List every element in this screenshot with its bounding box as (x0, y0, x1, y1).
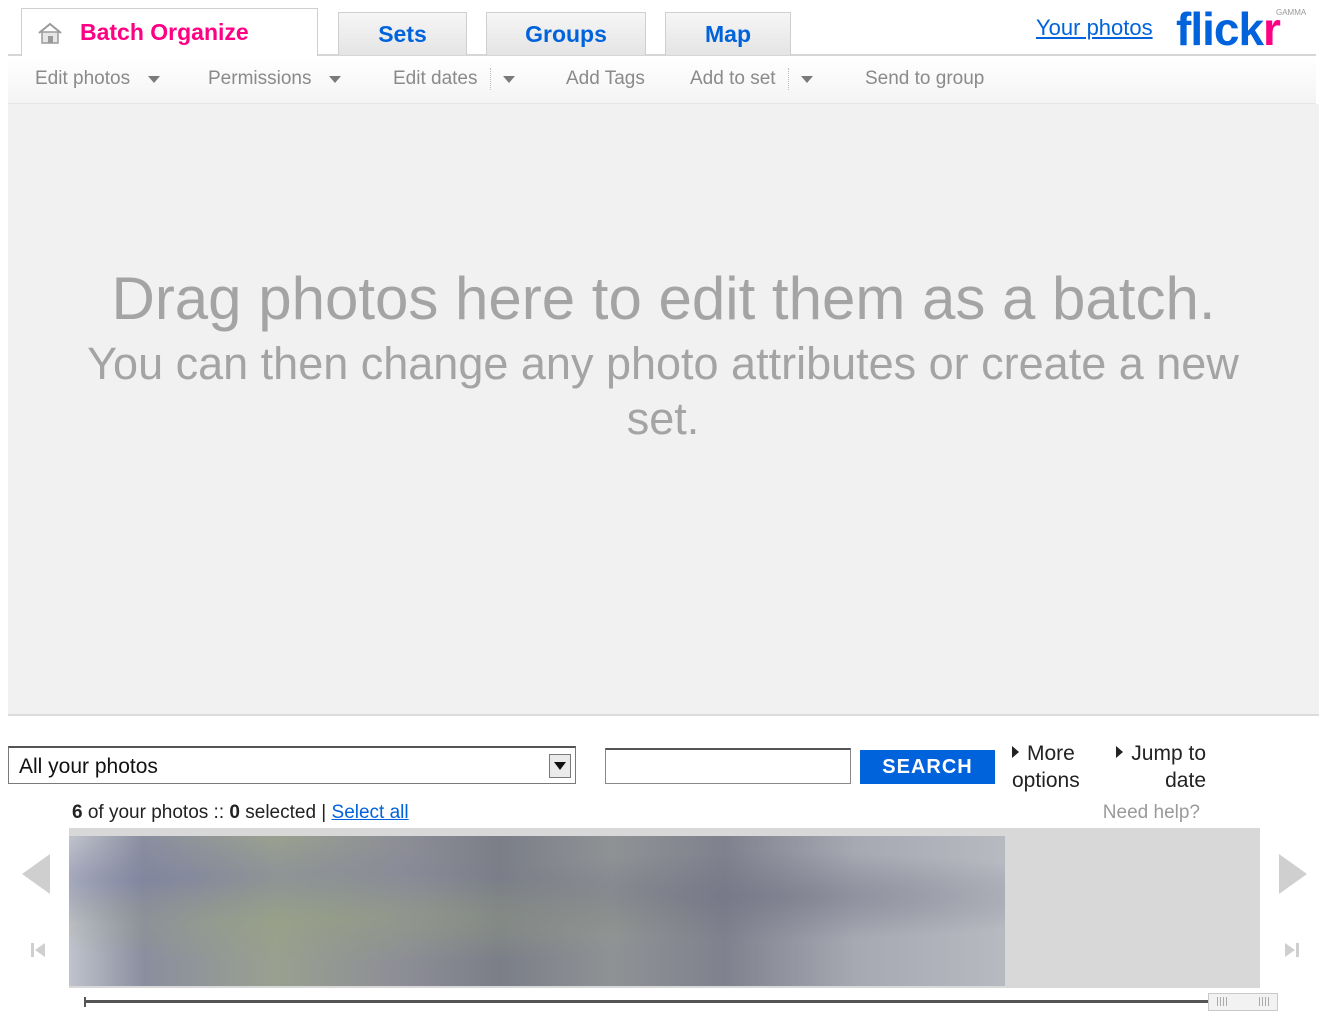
scrollbar-handle[interactable] (1208, 993, 1278, 1011)
tab-groups-label: Groups (525, 20, 607, 47)
tab-sets-label: Sets (378, 20, 427, 47)
edit-dates-label: Edit dates (393, 68, 478, 89)
selected-count-suffix: selected | (245, 802, 327, 823)
triangle-right-icon (1012, 746, 1019, 758)
your-photos-link[interactable]: Your photos (1036, 15, 1153, 41)
permissions-label: Permissions (208, 68, 312, 89)
next-arrow-icon[interactable] (1279, 854, 1307, 894)
send-to-group-button[interactable]: Send to group (865, 68, 984, 90)
photo-count-status: 6 of your photos :: 0 selected | Select … (72, 802, 409, 824)
tab-sets[interactable]: Sets (338, 12, 467, 55)
logo-badge: GAMMA (1276, 8, 1307, 17)
permissions-menu[interactable]: Permissions (208, 68, 342, 90)
add-tags-button[interactable]: Add Tags (566, 68, 645, 90)
tab-map-label: Map (705, 20, 751, 47)
flickr-logo[interactable]: flickr GAMMA (1176, 2, 1306, 56)
grip-icon (1259, 997, 1269, 1006)
select-all-link[interactable]: Select all (332, 802, 409, 823)
chevron-down-icon[interactable] (800, 75, 813, 83)
scrollbar-track[interactable] (84, 1000, 1208, 1003)
first-page-icon[interactable] (28, 940, 48, 960)
tab-batch-organize[interactable]: Batch Organize (21, 8, 318, 56)
tab-map[interactable]: Map (665, 12, 791, 55)
toolbar-divider (787, 68, 789, 90)
batch-toolbar: Edit photos Permissions Edit dates Add T… (8, 56, 1316, 104)
jump-to-date-label-2: date (1165, 769, 1206, 792)
add-to-set-label: Add to set (690, 68, 776, 89)
search-button[interactable]: SEARCH (860, 750, 995, 784)
more-options-link[interactable]: More options (1012, 740, 1080, 794)
photo-count-number: 6 (72, 802, 83, 823)
tab-groups[interactable]: Groups (486, 12, 646, 55)
photo-source-select[interactable]: All your photos (8, 746, 576, 784)
batch-drop-zone[interactable]: Drag photos here to edit them as a batch… (8, 104, 1319, 716)
home-icon (36, 21, 64, 45)
edit-dates-menu[interactable]: Edit dates (393, 68, 515, 90)
need-help-link[interactable]: Need help? (1103, 802, 1200, 824)
tab-batch-organize-label: Batch Organize (80, 19, 249, 45)
send-to-group-label: Send to group (865, 68, 985, 89)
jump-to-date-link[interactable]: Jump to date (1100, 740, 1206, 794)
photo-filmstrip[interactable] (69, 828, 1260, 988)
edit-photos-label: Edit photos (35, 68, 131, 89)
last-page-icon[interactable] (1282, 940, 1302, 960)
batch-drop-subheading: You can then change any photo attributes… (87, 338, 1239, 444)
logo-text-blue: flick (1176, 3, 1264, 55)
add-to-set-menu[interactable]: Add to set (690, 68, 813, 90)
tab-bar: Batch Organize Sets Groups Map Your phot… (0, 0, 1320, 56)
more-options-label-2: options (1012, 769, 1080, 792)
filmstrip-scrollbar[interactable] (84, 993, 1278, 1011)
triangle-right-icon (1116, 746, 1124, 758)
chevron-down-icon[interactable] (502, 75, 515, 83)
dropdown-arrow-icon[interactable] (549, 754, 571, 778)
batch-drop-heading: Drag photos here to edit them as a batch… (111, 265, 1216, 332)
search-input[interactable] (605, 748, 851, 784)
edit-photos-menu[interactable]: Edit photos (35, 68, 161, 90)
selected-count-number: 0 (229, 802, 240, 823)
photo-source-value: All your photos (19, 755, 158, 778)
jump-to-date-label-1: Jump to (1131, 742, 1206, 765)
more-options-label-1: More (1027, 742, 1075, 765)
chevron-down-icon (148, 75, 161, 83)
chevron-down-icon (329, 75, 342, 83)
filmstrip-panel: All your photos SEARCH More options Jump… (0, 718, 1320, 1021)
photo-count-suffix: of your photos :: (87, 802, 225, 823)
photo-thumbnails[interactable] (69, 836, 1005, 986)
previous-arrow-icon[interactable] (22, 854, 50, 894)
grip-icon (1217, 997, 1227, 1006)
toolbar-divider (489, 68, 491, 90)
add-tags-label: Add Tags (566, 68, 645, 89)
